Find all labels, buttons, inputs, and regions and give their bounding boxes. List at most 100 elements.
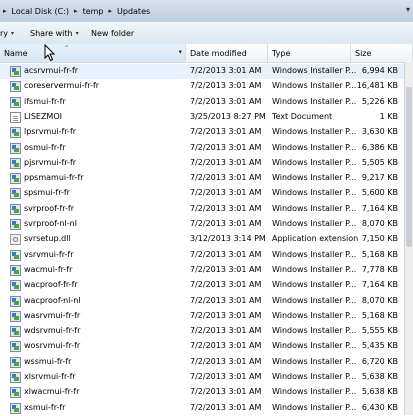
file-type: Windows Installer P... [272, 173, 357, 183]
breadcrumb-separator-icon[interactable]: ▸ [0, 7, 10, 15]
installer-package-icon [10, 387, 21, 399]
breadcrumb-separator-icon[interactable]: ▸ [106, 7, 116, 15]
address-bar[interactable]: ▸ Local Disk (C:) ▸ temp ▸ Updates ▾ [0, 0, 413, 23]
file-size: 8,070 KB [361, 295, 398, 305]
file-name: spsmui-fr-fr [24, 188, 70, 198]
file-row[interactable]: lpsrvmui-fr-fr 7/2/2013 3:01 AM Windows In… [0, 125, 413, 140]
file-date-modified: 7/2/2013 3:01 AM [190, 188, 262, 198]
file-row[interactable]: xlsrvmui-fr-fr 7/2/2013 3:01 AM Windows In… [0, 370, 413, 385]
file-row[interactable]: wasrvmui-fr-fr 7/2/2013 3:01 AM Windows In… [0, 309, 413, 324]
column-filter-dropdown-icon[interactable]: ▾ [178, 48, 182, 56]
file-date-modified: 7/2/2013 3:01 AM [190, 203, 262, 213]
file-name: acsrvmui-fr-fr [24, 66, 79, 75]
file-row[interactable]: wacproof-fr-fr 7/2/2013 3:01 AM Windows In… [0, 278, 413, 293]
column-header-type-label: Type [272, 48, 291, 58]
file-size: 5,505 KB [361, 157, 398, 167]
installer-package-icon [10, 173, 21, 185]
file-row[interactable]: spsmui-fr-fr 7/2/2013 3:01 AM Windows Inst… [0, 186, 413, 201]
column-header-type[interactable]: Type [268, 44, 351, 62]
file-size: 7,164 KB [361, 280, 398, 290]
text-document-icon [10, 111, 21, 123]
scrollbar-thumb[interactable] [406, 87, 412, 247]
file-date-modified: 7/2/2013 3:01 AM [190, 81, 262, 91]
file-date-modified: 7/2/2013 3:01 AM [190, 295, 262, 305]
column-header-date-modified[interactable]: Date modified [186, 44, 268, 62]
breadcrumb-temp[interactable]: temp [81, 7, 106, 16]
file-date-modified: 7/2/2013 3:01 AM [190, 249, 262, 259]
file-date-modified: 7/2/2013 3:01 AM [190, 96, 262, 106]
column-header-date-label: Date modified [190, 48, 247, 58]
file-date-modified: 3/25/2013 8:27 PM [190, 111, 266, 121]
installer-package-icon [10, 203, 21, 215]
file-row[interactable]: vsrvmui-fr-fr 7/2/2013 3:01 AM Windows Ins… [0, 248, 413, 263]
installer-package-icon [10, 295, 21, 307]
file-type: Windows Installer P... [272, 249, 357, 259]
file-type: Windows Installer P... [272, 264, 357, 274]
file-row[interactable]: LISEZMOI 3/25/2013 8:27 PM Text Document 1 … [0, 110, 413, 125]
file-name: wacproof-nl-nl [24, 295, 81, 305]
file-row[interactable]: svrproof-nl-nl 7/2/2013 3:01 AM Windows In… [0, 217, 413, 232]
installer-package-icon [10, 402, 21, 414]
file-name: wacproof-fr-fr [24, 280, 78, 290]
file-row[interactable]: pjsrvmui-fr-fr 7/2/2013 3:01 AM Windows In… [0, 156, 413, 171]
file-row[interactable]: coreservermui-fr-fr 7/2/2013 3:01 AM Windo… [0, 79, 413, 94]
installer-package-icon [10, 310, 21, 322]
file-name: wdsrvmui-fr-fr [24, 326, 81, 336]
file-size: 5,168 KB [361, 249, 398, 259]
file-date-modified: 7/2/2013 3:01 AM [190, 142, 262, 152]
installer-package-icon [10, 341, 21, 353]
column-header-size[interactable]: Size [351, 44, 413, 62]
file-size: 5,168 KB [361, 310, 398, 320]
file-date-modified: 7/2/2013 3:01 AM [190, 264, 262, 274]
column-header-name-label: Name [4, 48, 28, 58]
breadcrumb: ▸ Local Disk (C:) ▸ temp ▸ Updates [0, 4, 152, 18]
file-size: 5,638 KB [361, 372, 398, 381]
breadcrumb-local-disk[interactable]: Local Disk (C:) [10, 7, 72, 16]
file-row[interactable]: svrsetup.dll 3/12/2013 3:14 PM Application… [0, 232, 413, 247]
file-row[interactable]: ppsmamui-fr-fr 7/2/2013 3:01 AM Windows In… [0, 171, 413, 186]
file-date-modified: 7/2/2013 3:01 AM [190, 157, 262, 167]
file-size: 6,386 KB [361, 142, 398, 152]
file-type: Application extension [272, 234, 359, 244]
file-date-modified: 7/2/2013 3:01 AM [190, 402, 262, 412]
breadcrumb-separator-icon[interactable]: ▸ [71, 7, 81, 15]
installer-package-icon [10, 372, 21, 383]
new-folder-button[interactable]: New folder [91, 27, 134, 39]
address-dropdown-icon[interactable]: ▾ [406, 5, 410, 14]
share-with-label: Share with [30, 28, 73, 38]
file-row[interactable]: wosrvmui-fr-fr 7/2/2013 3:01 AM Windows In… [0, 339, 413, 354]
file-name: LISEZMOI [24, 111, 62, 121]
column-header-name[interactable]: Name ^ ▾ [0, 44, 186, 62]
file-row[interactable]: wssmui-fr-fr 7/2/2013 3:01 AM Windows Inst… [0, 355, 413, 370]
organize-button[interactable]: ry ▾ [0, 27, 14, 39]
file-name: wacmui-fr-fr [24, 264, 73, 274]
file-name: ppsmamui-fr-fr [24, 173, 84, 183]
file-date-modified: 7/2/2013 3:01 AM [190, 326, 262, 336]
file-row[interactable]: osmui-fr-fr 7/2/2013 3:01 AM Windows Insta… [0, 141, 413, 156]
file-row[interactable]: svrproof-fr-fr 7/2/2013 3:01 AM Windows In… [0, 202, 413, 217]
file-name: ifsmui-fr-fr [24, 96, 66, 106]
installer-package-icon [10, 188, 21, 200]
breadcrumb-updates[interactable]: Updates [115, 7, 152, 16]
file-size: 7,164 KB [361, 203, 398, 213]
vertical-scrollbar[interactable] [404, 62, 413, 415]
file-size: 5,638 KB [361, 387, 398, 397]
column-header-bar: Name ^ ▾ Date modified Type Size [0, 44, 413, 63]
file-date-modified: 7/2/2013 3:01 AM [190, 387, 262, 397]
file-row[interactable]: acsrvmui-fr-fr 7/2/2013 3:01 AM Windows In… [0, 64, 413, 79]
file-size: 5,226 KB [361, 96, 398, 106]
file-name: svrsetup.dll [24, 234, 71, 244]
file-row[interactable]: ifsmui-fr-fr 7/2/2013 3:01 AM Windows Inst… [0, 95, 413, 110]
file-type: Windows Installer P... [272, 203, 357, 213]
file-date-modified: 7/2/2013 3:01 AM [190, 127, 262, 137]
file-row[interactable]: xsmui-fr-fr 7/2/2013 3:01 AM Windows Insta… [0, 401, 413, 416]
file-size: 9,217 KB [361, 173, 398, 183]
file-type: Windows Installer P... [272, 295, 357, 305]
share-with-button[interactable]: Share with ▾ [30, 27, 79, 39]
file-name: osmui-fr-fr [24, 142, 66, 152]
file-name: coreservermui-fr-fr [24, 81, 100, 91]
file-row[interactable]: wdsrvmui-fr-fr 7/2/2013 3:01 AM Windows In… [0, 324, 413, 339]
file-row[interactable]: wacproof-nl-nl 7/2/2013 3:01 AM Windows In… [0, 294, 413, 309]
file-row[interactable]: xlwacmui-fr-fr 7/2/2013 3:01 AM Windows In… [0, 385, 413, 400]
file-row[interactable]: wacmui-fr-fr 7/2/2013 3:01 AM Windows Inst… [0, 263, 413, 278]
